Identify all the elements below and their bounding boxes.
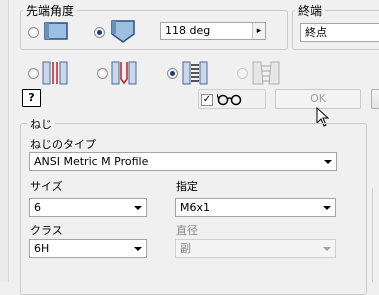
cancel-button[interactable] — [371, 89, 379, 109]
ok-button[interactable]: OK — [275, 89, 361, 109]
chevron-down-icon — [324, 160, 332, 164]
class-value: 6H — [34, 242, 50, 255]
help-button[interactable]: ? — [22, 89, 41, 107]
angle-input[interactable]: 118 deg ▸ — [160, 22, 266, 40]
size-select[interactable]: 6 — [29, 198, 147, 217]
tapped-hole-icon — [182, 61, 208, 88]
angle-value: 118 deg — [165, 24, 211, 37]
class-select[interactable]: 6H — [29, 239, 147, 258]
flat-drill-point-radio[interactable] — [28, 27, 39, 38]
size-value: 6 — [34, 201, 41, 214]
clearance-hole-icon — [111, 61, 137, 88]
designation-value: M6x1 — [180, 201, 210, 214]
termination-select[interactable]: 終点 — [300, 23, 379, 42]
clearance-hole-radio[interactable] — [97, 68, 108, 79]
taper-tapped-hole-icon — [252, 61, 280, 88]
class-label: クラス — [30, 224, 63, 237]
tip-angle-title: 先端角度 — [23, 2, 78, 19]
thread-type-select[interactable]: ANSI Metric M Profile — [29, 152, 337, 171]
preview-separator — [198, 89, 266, 109]
right-panel-edge — [372, 188, 379, 282]
diameter-value: 副 — [180, 242, 191, 255]
diameter-select[interactable]: 副 — [175, 239, 336, 258]
angled-drill-point-icon — [110, 20, 136, 47]
chevron-down-icon — [134, 247, 142, 251]
termination-value: 終点 — [305, 26, 327, 39]
thread-type-value: ANSI Metric M Profile — [34, 155, 149, 168]
diameter-label: 直径 — [176, 224, 198, 237]
termination-title: 終端 — [295, 2, 326, 19]
chevron-down-icon — [134, 206, 142, 210]
size-label: サイズ — [30, 180, 63, 193]
flat-drill-point-icon — [44, 22, 68, 45]
simple-hole-radio[interactable] — [28, 68, 39, 79]
help-icon: ? — [28, 91, 35, 104]
angle-stepper-icon[interactable]: ▸ — [252, 23, 265, 39]
chevron-down-icon — [323, 247, 331, 251]
tapped-hole-radio[interactable] — [167, 68, 178, 79]
thread-type-label: ねじのタイプ — [30, 138, 96, 151]
designation-select[interactable]: M6x1 — [175, 198, 336, 217]
designation-label: 指定 — [176, 180, 198, 193]
angled-drill-point-radio[interactable] — [94, 27, 105, 38]
left-panel-edge — [0, 0, 9, 282]
chevron-down-icon — [323, 206, 331, 210]
thread-title: ねじ — [27, 116, 55, 132]
ok-button-label: OK — [310, 92, 326, 105]
taper-tapped-hole-radio[interactable] — [237, 68, 248, 79]
simple-hole-icon — [42, 61, 68, 88]
